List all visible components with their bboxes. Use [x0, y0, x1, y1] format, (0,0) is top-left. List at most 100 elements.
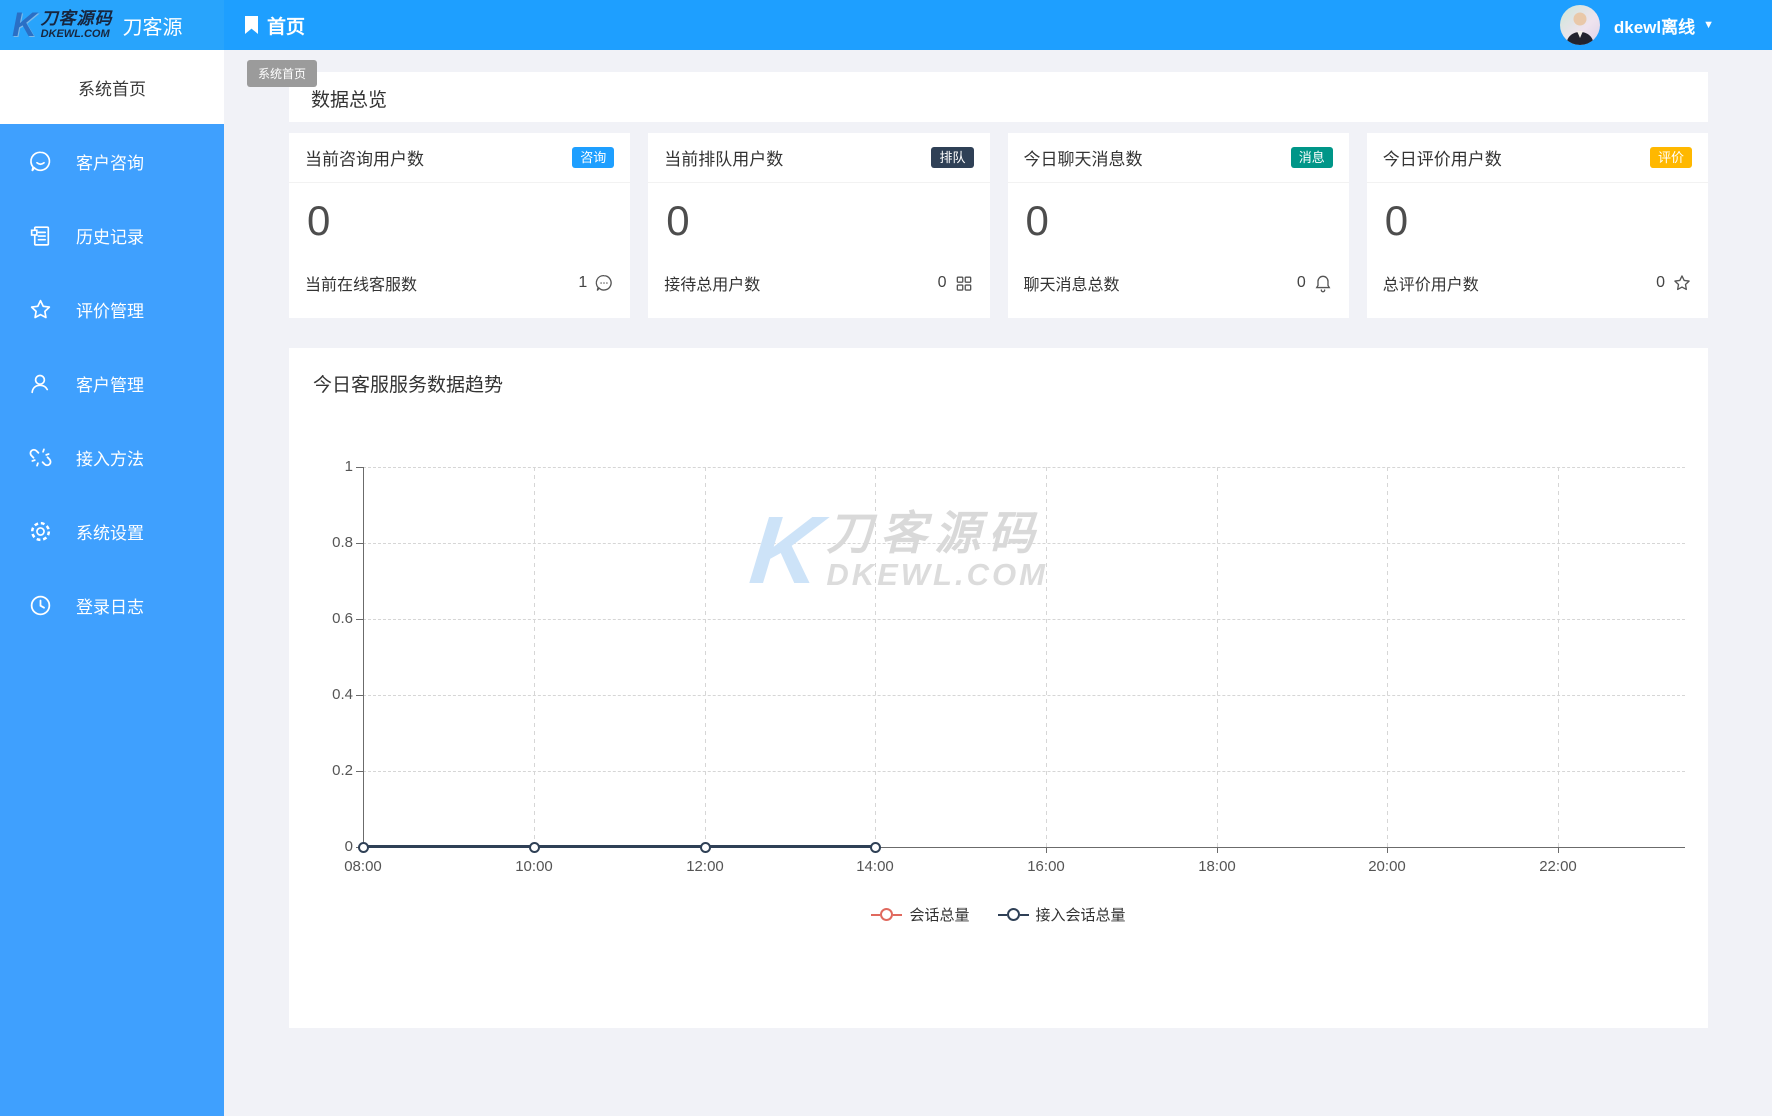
- x-axis-label: 16:00: [1027, 858, 1065, 875]
- x-axis-label: 14:00: [856, 858, 894, 875]
- y-axis-label: 0.4: [332, 686, 353, 703]
- y-tick: [356, 771, 363, 772]
- v-gridline: [705, 467, 706, 847]
- breadcrumb-tooltip: 系统首页: [246, 60, 318, 87]
- stat-card-header: 今日评价用户数 评价: [1366, 133, 1708, 183]
- stat-value: 0: [1025, 197, 1049, 244]
- sidebar-item-label: 历史记录: [76, 227, 144, 247]
- y-axis-label: 0.6: [332, 610, 353, 627]
- watermark-k-icon: K: [745, 497, 827, 604]
- sidebar-item-rating-management[interactable]: 评价管理: [0, 272, 224, 346]
- v-gridline: [1387, 467, 1388, 847]
- x-tick: [1558, 847, 1559, 853]
- bookmark-icon: [245, 15, 258, 34]
- site-name: 刀客源: [122, 16, 183, 39]
- x-axis-label: 12:00: [686, 858, 724, 875]
- user-menu[interactable]: dkewl离线 ▼: [1559, 0, 1714, 50]
- clock-icon: [30, 595, 51, 615]
- stat-sub-row: 总评价用户数 0: [1367, 271, 1708, 295]
- legend-item-joined-session-total[interactable]: 接入会话总量: [997, 904, 1126, 925]
- star-icon: [30, 299, 51, 318]
- y-axis-label: 0.8: [332, 534, 353, 551]
- legend-line: [893, 913, 903, 916]
- brand-k-icon: K: [12, 6, 37, 44]
- sidebar-item-history[interactable]: 历史记录: [0, 198, 224, 272]
- avatar-person-icon: [1565, 12, 1594, 45]
- brand-name-cn: 刀客源码: [40, 9, 113, 28]
- stat-sub-value: 1: [578, 274, 588, 291]
- y-axis-label: 0.2: [332, 762, 353, 779]
- stat-card-rating-users: 今日评价用户数 评价 0 总评价用户数 0: [1366, 133, 1708, 318]
- v-gridline: [1217, 467, 1218, 847]
- status-badge: 消息: [1290, 146, 1333, 169]
- logo[interactable]: K 刀客源码 DKEWL.COM 刀客源: [0, 0, 224, 50]
- data-point: [870, 842, 881, 853]
- status-badge: 评价: [1649, 146, 1692, 169]
- legend-item-session-total[interactable]: 会话总量: [871, 904, 970, 925]
- legend-line: [997, 913, 1007, 916]
- sidebar-active-label: 系统首页: [78, 79, 146, 99]
- reception-grid-icon: [956, 276, 971, 291]
- bell-icon: [1315, 275, 1331, 293]
- stat-sub-label: 总评价用户数: [1382, 277, 1479, 294]
- x-axis-label: 08:00: [344, 858, 382, 875]
- stat-card-title: 当前排队用户数: [664, 150, 784, 169]
- stat-sub-value: 0: [1656, 274, 1665, 291]
- status-badge: 咨询: [572, 146, 615, 169]
- stat-card-title: 当前咨询用户数: [305, 150, 424, 169]
- legend-line: [1019, 913, 1029, 916]
- stat-card-header: 今日聊天消息数 消息: [1007, 133, 1349, 183]
- series-line-total-sessions: [363, 845, 875, 848]
- chart-legend: 会话总量 接入会话总量: [289, 904, 1708, 925]
- stat-sub-label: 聊天消息总数: [1023, 277, 1120, 294]
- x-tick: [1046, 847, 1047, 853]
- sidebar-item-customer-consult[interactable]: 客户咨询: [0, 124, 224, 198]
- stat-card-title: 今日评价用户数: [1382, 150, 1502, 169]
- chat-smile-icon: [595, 275, 613, 291]
- top-header: K 刀客源码 DKEWL.COM 刀客源 首页 dkewl离线 ▼: [0, 0, 1772, 50]
- stat-sub-label: 接待总用户数: [664, 277, 761, 294]
- y-tick: [356, 695, 363, 696]
- v-gridline: [1558, 467, 1559, 847]
- stat-card-title: 今日聊天消息数: [1023, 150, 1143, 169]
- user-icon: [31, 374, 49, 393]
- sidebar: 系统首页 客户咨询 历史记录 评价管理 客户管理 接入方法 系统设置 登录日志: [0, 50, 224, 1116]
- stat-sub-row: 接待总用户数 0: [648, 271, 989, 295]
- stat-value: 0: [307, 197, 331, 244]
- sidebar-item-system-settings[interactable]: 系统设置: [0, 494, 224, 568]
- sidebar-item-customer-management[interactable]: 客户管理: [0, 346, 224, 420]
- sidebar-item-system-home[interactable]: 系统首页: [0, 50, 224, 124]
- trend-chart-card: 今日客服服务数据趋势 K 刀客源码 DKEWL.COM 1 0.8 0.6 0.…: [289, 348, 1708, 1028]
- sidebar-item-login-log[interactable]: 登录日志: [0, 568, 224, 642]
- y-axis-line: [363, 467, 364, 847]
- stat-sub-label: 当前在线客服数: [305, 277, 418, 294]
- stat-cards-row: 当前咨询用户数 咨询 0 当前在线客服数 1 当前排队用户数 排队 0 接待总用…: [289, 133, 1708, 318]
- y-tick: [356, 467, 363, 468]
- stat-card-consulting-users: 当前咨询用户数 咨询 0 当前在线客服数 1: [289, 133, 631, 318]
- x-tick: [1217, 847, 1218, 853]
- legend-circle-icon: [1006, 908, 1020, 921]
- h-gridline: [363, 695, 1685, 696]
- v-gridline: [875, 467, 876, 847]
- h-gridline: [363, 619, 1685, 620]
- chat-smile-icon: [30, 151, 51, 171]
- y-tick: [356, 619, 363, 620]
- chevron-down-icon: ▼: [1703, 19, 1714, 31]
- sidebar-item-label: 客户管理: [76, 375, 144, 395]
- v-gridline: [1046, 467, 1047, 847]
- stat-sub-row: 聊天消息总数 0: [1008, 271, 1349, 295]
- status-badge: 排队: [931, 146, 974, 169]
- y-tick: [356, 543, 363, 544]
- stat-sub-value: 0: [937, 274, 947, 291]
- y-axis-label: 0: [344, 838, 353, 855]
- history-record-icon: [30, 225, 50, 246]
- nav-home-tab[interactable]: 首页: [244, 0, 305, 50]
- watermark: K 刀客源码 DKEWL.COM: [745, 497, 1048, 604]
- h-gridline: [363, 771, 1685, 772]
- sidebar-item-label: 系统设置: [76, 523, 144, 543]
- data-point: [358, 842, 369, 853]
- data-point: [529, 842, 540, 853]
- brand-text: 刀客源码 DKEWL.COM: [41, 10, 113, 40]
- sidebar-item-access-method[interactable]: 接入方法: [0, 420, 224, 494]
- page-title: 数据总览: [311, 90, 388, 111]
